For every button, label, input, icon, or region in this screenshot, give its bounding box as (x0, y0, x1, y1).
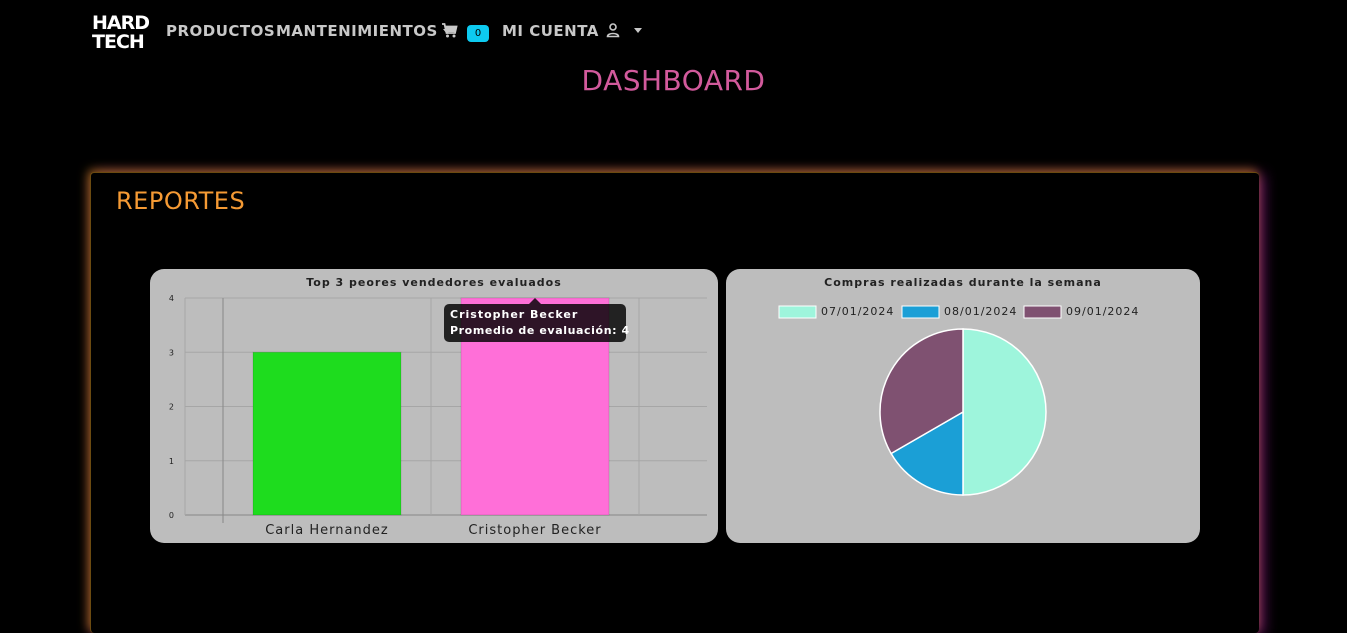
bar-chart-card: Top 3 peores vendedores evaluados 01234C… (150, 269, 718, 543)
pie-chart-card: Compras realizadas durante la semana 07/… (726, 269, 1200, 543)
legend-swatch[interactable] (901, 305, 940, 319)
legend-label[interactable]: 08/01/2024 (944, 305, 1017, 318)
cart-icon (442, 23, 458, 38)
nav-productos[interactable]: PRODUCTOS (166, 22, 275, 40)
legend-label[interactable]: 09/01/2024 (1066, 305, 1139, 318)
brand-logo[interactable]: HARD TECH (92, 14, 150, 54)
bar-chart[interactable]: 01234Carla Hernandez Cristopher BeckerCri… (150, 269, 718, 543)
logo-line-2: TECH (92, 31, 145, 53)
nav-mantenimientos-label: MANTENIMIENTOS (276, 22, 438, 40)
y-tick-label: 4 (169, 294, 174, 303)
y-tick-label: 0 (169, 511, 174, 520)
tooltip-title: Cristopher Becker (450, 308, 578, 321)
user-icon (606, 23, 620, 38)
cart-button[interactable] (441, 22, 458, 43)
y-tick-label: 1 (169, 457, 174, 466)
y-tick-label: 3 (169, 348, 174, 357)
navbar: HARD TECH PRODUCTOS MANTENIMIENTOS 0 MI … (0, 0, 1347, 62)
page-title: DASHBOARD (581, 64, 766, 97)
x-tick-label: Cristopher Becker (468, 523, 601, 538)
user-menu-toggle[interactable] (605, 22, 643, 42)
tooltip-body: Promedio de evaluación: 4 (450, 324, 630, 337)
chevron-down-icon (634, 28, 643, 33)
nav-mantenimientos[interactable]: MANTENIMIENTOS (276, 22, 451, 40)
chart-tooltip: Cristopher Becker Promedio de evaluación:… (444, 298, 630, 342)
bar[interactable] (252, 351, 402, 516)
x-tick-label: Carla Hernandez (265, 523, 389, 538)
y-tick-label: 2 (169, 403, 174, 412)
pie-slice[interactable] (962, 328, 1047, 496)
legend-swatch[interactable] (778, 305, 817, 319)
legend-swatch[interactable] (1023, 305, 1062, 319)
pie-chart[interactable]: 07/01/2024 08/01/2024 09/01/2024 (726, 269, 1200, 543)
section-title: REPORTES (116, 187, 246, 215)
cart-count-badge: 0 (467, 25, 489, 42)
legend-label[interactable]: 07/01/2024 (821, 305, 894, 318)
nav-mi-cuenta[interactable]: MI CUENTA (502, 22, 599, 40)
